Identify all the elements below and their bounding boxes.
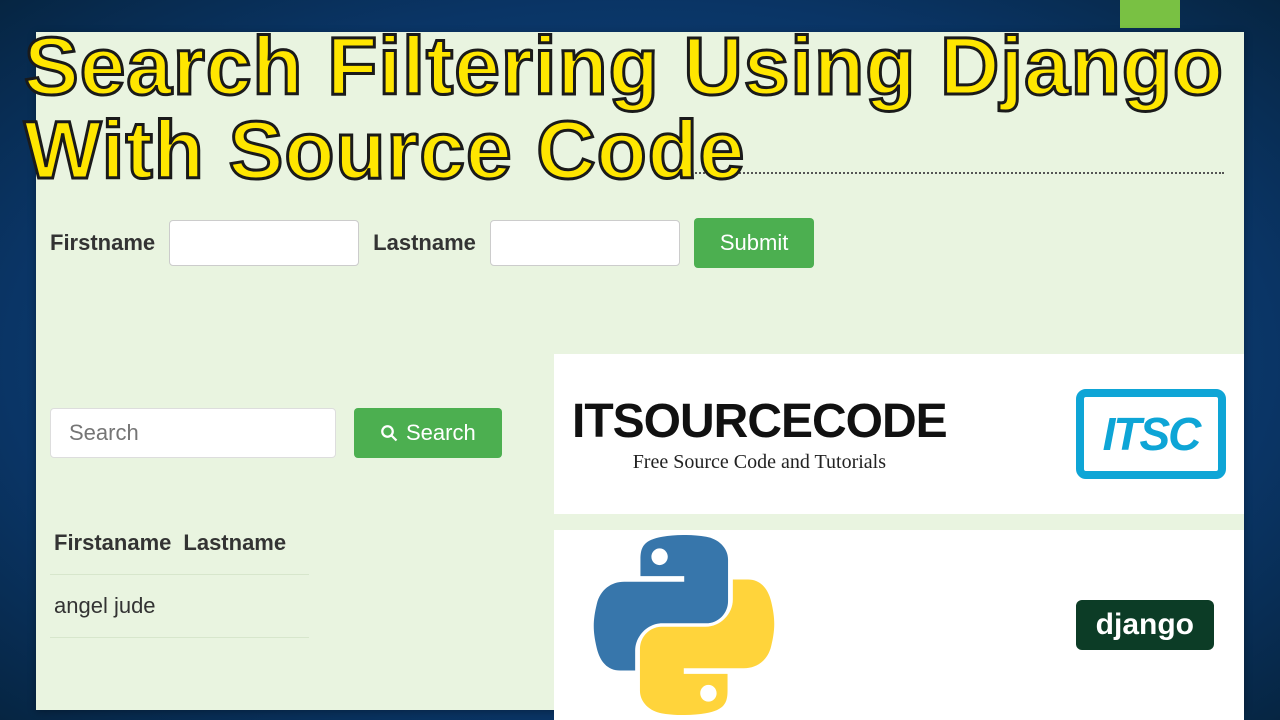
lastname-input[interactable] xyxy=(490,220,680,266)
itsc-badge: ITSC xyxy=(1076,389,1226,479)
col-lastname: Lastname xyxy=(179,512,308,575)
cell-firstname: angel jude xyxy=(50,575,179,638)
promo-itsourcecode: ITSOURCECODE Free Source Code and Tutori… xyxy=(554,354,1244,514)
promo-python-django: django xyxy=(554,530,1244,720)
search-button-label: Search xyxy=(406,420,476,446)
table-row: angel jude xyxy=(50,575,309,638)
python-logo-icon xyxy=(584,535,784,715)
table-header-row: Firstaname Lastname xyxy=(50,512,309,575)
search-icon xyxy=(380,424,398,442)
headline-line2: With Source Code xyxy=(24,112,1224,190)
submit-button-label: Submit xyxy=(720,230,788,256)
col-firstname: Firstaname xyxy=(50,512,179,575)
submit-button[interactable]: Submit xyxy=(694,218,814,268)
results-table: Firstaname Lastname angel jude xyxy=(50,512,309,638)
headline-line1: Search Filtering Using Django xyxy=(24,21,1224,112)
search-button[interactable]: Search xyxy=(354,408,502,458)
search-form: Search xyxy=(50,408,502,458)
lastname-label: Lastname xyxy=(373,230,476,256)
firstname-input[interactable] xyxy=(169,220,359,266)
promo-title: ITSOURCECODE xyxy=(572,394,947,449)
cell-lastname xyxy=(179,575,308,638)
name-form: Firstname Lastname Submit xyxy=(50,218,814,268)
django-badge: django xyxy=(1076,600,1214,650)
django-label: django xyxy=(1096,608,1194,642)
search-input[interactable] xyxy=(50,408,336,458)
promo-subtitle: Free Source Code and Tutorials xyxy=(572,451,947,474)
headline: Search Filtering Using Django With Sourc… xyxy=(24,28,1224,190)
firstname-label: Firstname xyxy=(50,230,155,256)
promo-text: ITSOURCECODE Free Source Code and Tutori… xyxy=(572,394,947,474)
